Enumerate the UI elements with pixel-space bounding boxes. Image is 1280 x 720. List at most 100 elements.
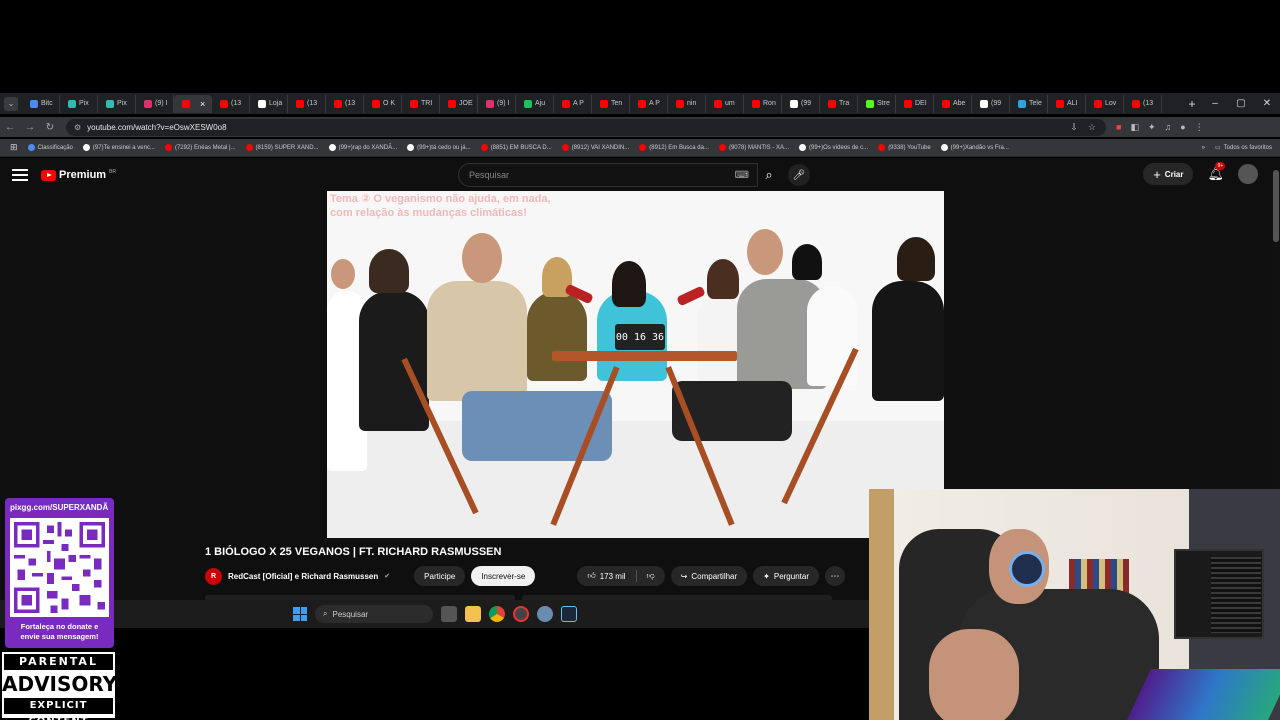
browser-tab[interactable]: ALI xyxy=(1048,94,1086,113)
browser-tab[interactable]: (9) I xyxy=(478,94,516,113)
browser-tab[interactable]: um xyxy=(706,94,744,113)
bookmark-item[interactable]: (9338) YouTube xyxy=(878,144,931,151)
browser-tab[interactable]: A P xyxy=(630,94,668,113)
browser-tab[interactable]: Bitc xyxy=(22,94,60,113)
browser-tab[interactable]: (13 xyxy=(1124,94,1162,113)
task-view-icon[interactable] xyxy=(441,606,457,622)
site-info-icon[interactable]: ⚙ xyxy=(74,123,81,132)
bookmark-item[interactable]: (8159) SUPER XAND... xyxy=(245,144,319,151)
browser-tab[interactable]: Loja xyxy=(250,94,288,113)
browser-tab[interactable]: nin xyxy=(668,94,706,113)
browser-tab[interactable]: Ron xyxy=(744,94,782,113)
bookmark-item[interactable]: (97)Te ensinei a venc... xyxy=(82,144,155,151)
browser-tab[interactable]: Pix xyxy=(60,94,98,113)
browser-tab-strip: ⌄ Bitc Pix Pix (9) I × (13 Loja (13 (13 O K TRI JOE… xyxy=(0,93,1280,114)
tab-label: Loja xyxy=(269,100,283,107)
browser-tab[interactable]: (13 xyxy=(326,94,364,113)
browser-menu-icon[interactable]: ⋮ xyxy=(1195,122,1204,133)
apps-grid-icon[interactable]: ⊞ xyxy=(10,142,18,153)
browser-tab[interactable]: Tele xyxy=(1010,94,1048,113)
close-window-button[interactable]: ✕ xyxy=(1254,98,1280,109)
bookmark-item[interactable]: (99+)tá cedo ou já... xyxy=(407,144,471,151)
all-bookmarks-button[interactable]: ▭ Todos os favoritos xyxy=(1215,144,1280,152)
browser-tab[interactable]: × xyxy=(174,94,212,113)
browser-tab[interactable]: (9) I xyxy=(136,94,174,113)
channel-avatar[interactable]: R xyxy=(205,567,222,585)
tab-search-button[interactable]: ⌄ xyxy=(4,96,18,111)
browser-tab[interactable]: Aju xyxy=(516,94,554,113)
browser-tab[interactable]: (13 xyxy=(288,94,326,113)
browser-tab[interactable]: (99 xyxy=(782,94,820,113)
settings-gear-icon[interactable] xyxy=(537,606,553,622)
chrome-icon[interactable] xyxy=(489,606,505,622)
video-person xyxy=(427,281,527,401)
streamer-webcam xyxy=(869,489,1280,720)
extensions-puzzle-icon[interactable]: ✦ xyxy=(1148,122,1156,133)
extension-icon[interactable]: ◧ xyxy=(1130,122,1139,133)
bookmark-item[interactable]: Classificação xyxy=(27,144,73,151)
browser-tab[interactable]: Tra xyxy=(820,94,858,113)
video-player[interactable]: Tema ② O veganismo não ajuda, em nada, c… xyxy=(327,191,944,538)
hamburger-menu-icon[interactable] xyxy=(12,169,28,181)
notifications-bell-icon[interactable]: 🔔︎ 9+ xyxy=(1207,162,1226,182)
keyboard-icon[interactable]: ⌨ xyxy=(735,170,749,181)
bookmark-item[interactable]: (7292) Enéas Metal |... xyxy=(164,144,236,151)
extension-icon[interactable]: ■ xyxy=(1116,122,1121,133)
file-explorer-icon[interactable] xyxy=(465,606,481,622)
bookmark-item[interactable]: (8912) VAI XANDIN... xyxy=(561,144,629,151)
like-button[interactable]: 👍︎ 173 mil xyxy=(577,566,635,586)
bookmarks-more-button[interactable]: » xyxy=(1202,145,1205,151)
maximize-button[interactable]: ▢ xyxy=(1228,98,1254,109)
browser-tab[interactable]: O K xyxy=(364,94,402,113)
install-app-icon[interactable]: ⇩ xyxy=(1070,122,1078,133)
bookmark-item[interactable]: (9078) MANTIS - XA... xyxy=(718,144,789,151)
ask-button[interactable]: ✦ Perguntar xyxy=(753,566,819,586)
forward-icon[interactable]: → xyxy=(20,122,40,133)
windows-start-icon[interactable] xyxy=(293,607,307,621)
bookmark-item[interactable]: (8851) EM BUSCA D... xyxy=(480,144,552,151)
browser-tab[interactable]: Pix xyxy=(98,94,136,113)
tab-favicon-icon xyxy=(30,99,38,108)
close-tab-icon[interactable]: × xyxy=(200,99,205,109)
reload-icon[interactable]: ↻ xyxy=(40,122,60,133)
minimize-button[interactable]: – xyxy=(1202,98,1228,109)
create-button[interactable]: + Criar xyxy=(1143,163,1194,185)
scrollbar-thumb[interactable] xyxy=(1273,170,1279,242)
media-icon[interactable]: ♫ xyxy=(1165,122,1172,133)
browser-tab[interactable]: Ten xyxy=(592,94,630,113)
profile-avatar-icon[interactable]: ● xyxy=(1180,122,1185,133)
omnibox[interactable]: ⚙ youtube.com/watch?v=eOswXESW0o8 ⇩ ☆ xyxy=(66,118,1106,136)
bookmark-item[interactable]: (99+)rap do XANDÃ... xyxy=(328,144,397,151)
search-input[interactable]: Pesquisar ⌨ xyxy=(458,163,758,187)
browser-tab[interactable]: DEI xyxy=(896,94,934,113)
microphone-icon[interactable]: 🎤︎ xyxy=(788,164,810,186)
browser-tab[interactable]: JOE xyxy=(440,94,478,113)
new-tab-button[interactable]: + xyxy=(1182,97,1202,111)
bookmark-item[interactable]: (99+)Xandão vs Fra... xyxy=(940,144,1009,151)
channel-name[interactable]: RedCast [Oficial] e Richard Rasmussen xyxy=(228,572,378,581)
app-icon[interactable] xyxy=(513,606,529,622)
youtube-premium-logo[interactable]: Premium BR xyxy=(41,169,116,181)
bookmark-item[interactable]: (99+)Os vídeos de c... xyxy=(798,144,868,151)
join-button[interactable]: Participe xyxy=(414,566,466,586)
dislike-button[interactable]: 👎︎ xyxy=(637,566,665,586)
browser-tab[interactable]: (13 xyxy=(212,94,250,113)
browser-tab[interactable]: A P xyxy=(554,94,592,113)
more-actions-button[interactable]: ⋯ xyxy=(825,566,845,586)
browser-tab[interactable]: (99 xyxy=(972,94,1010,113)
account-avatar[interactable] xyxy=(1238,164,1258,184)
bookmark-item[interactable]: (8912) Em Busca da... xyxy=(639,144,709,151)
steam-icon[interactable] xyxy=(561,606,577,622)
browser-tab[interactable]: Abe xyxy=(934,94,972,113)
share-button[interactable]: ↪ Compartilhar xyxy=(670,566,748,586)
browser-tab[interactable]: Lov xyxy=(1086,94,1124,113)
browser-tab[interactable]: TRI xyxy=(402,94,440,113)
bookmark-star-icon[interactable]: ☆ xyxy=(1088,122,1096,133)
search-icon[interactable]: ⌕ xyxy=(758,163,780,187)
url-text[interactable]: youtube.com/watch?v=eOswXESW0o8 xyxy=(87,123,226,132)
taskbar-search[interactable]: ⌕ Pesquisar xyxy=(315,605,433,623)
browser-tab[interactable]: Stre xyxy=(858,94,896,113)
subscribe-button[interactable]: Inscrever-se xyxy=(471,566,536,586)
video-person xyxy=(872,281,944,401)
back-icon[interactable]: ← xyxy=(0,122,20,133)
